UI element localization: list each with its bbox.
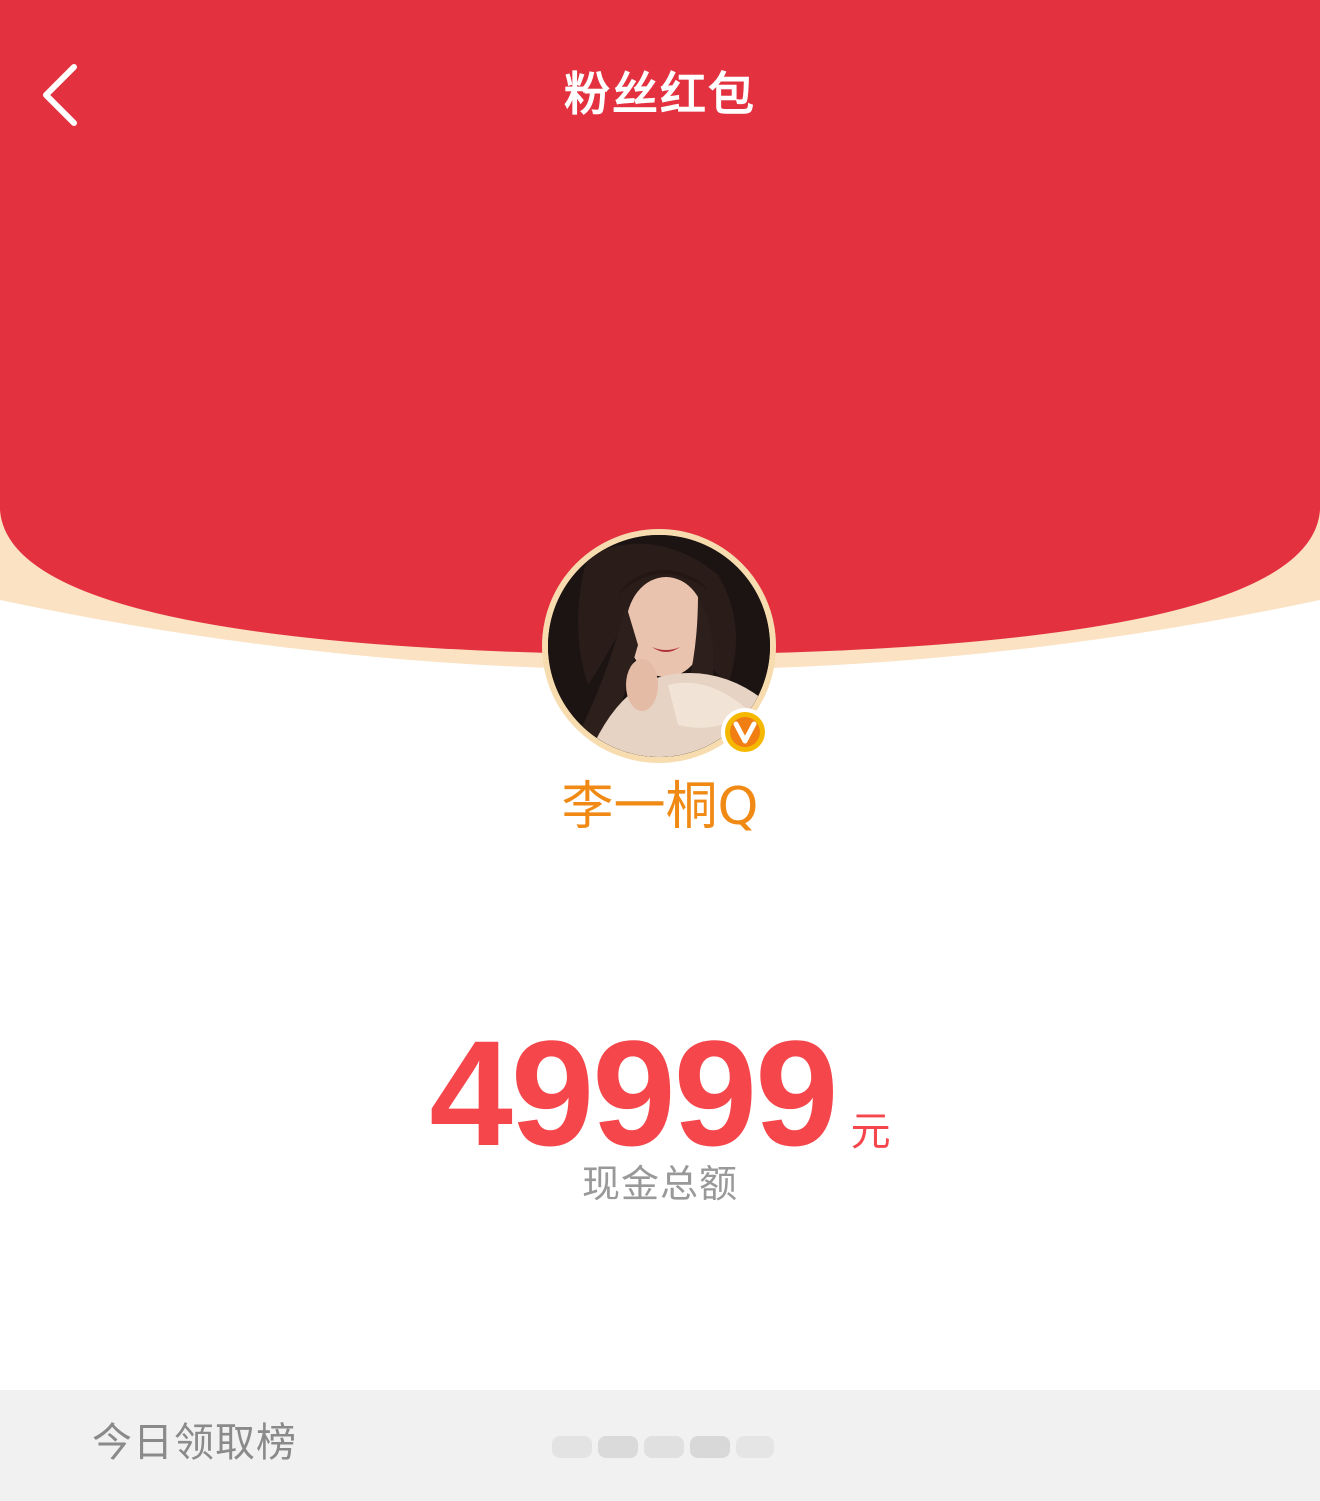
cash-amount-unit: 元 <box>850 1109 891 1155</box>
blurred-avatars-placeholder <box>552 1436 774 1458</box>
cash-amount-row: 49999 元 <box>0 1018 1320 1168</box>
page-title: 粉丝红包 <box>564 67 756 121</box>
ranking-bar[interactable]: 今日领取榜 <box>0 1390 1320 1501</box>
avatar[interactable] <box>542 529 776 763</box>
verified-v-badge-icon <box>721 708 769 756</box>
cash-amount-value: 49999 <box>429 1009 838 1177</box>
user-name[interactable]: 李一桐Q <box>0 772 1320 842</box>
cash-total-label: 现金总额 <box>581 1162 738 1206</box>
ranking-title: 今日领取榜 <box>92 1420 297 1466</box>
